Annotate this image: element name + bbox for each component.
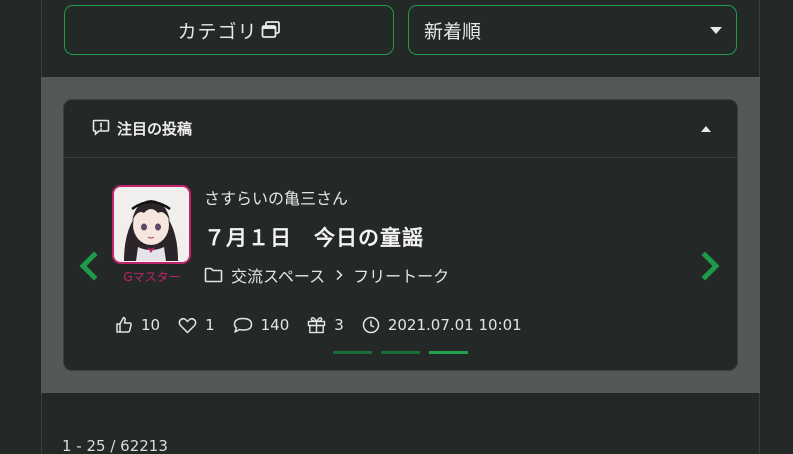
comment-stat[interactable]: 140: [233, 316, 290, 334]
gift-stat[interactable]: 3: [307, 316, 344, 334]
chevron-right-icon: [335, 266, 343, 285]
sort-select[interactable]: 新着順: [408, 5, 737, 55]
user-rank: Gマスター: [123, 270, 181, 284]
chat-bubble-icon: [233, 317, 252, 333]
result-count: 1 - 25 / 62213: [62, 437, 168, 454]
posted-at: 2021.07.01 10:01: [387, 316, 522, 334]
favorite-stat[interactable]: 1: [178, 316, 215, 334]
page: カテゴリ 新着順 注目の投稿 Gマスター さすらいの亀三さん ７月１日 今日の童…: [0, 0, 793, 454]
chevron-left-icon: [79, 251, 98, 281]
like-stat[interactable]: 10: [115, 316, 160, 334]
category-label: カテゴリ: [177, 20, 258, 43]
comment-count: 140: [260, 316, 290, 334]
chevron-right-icon: [701, 251, 720, 281]
breadcrumb: 交流スペース フリートーク: [204, 263, 449, 287]
alert-message-icon: [92, 118, 110, 140]
post-stats: 10 1 140 3 2021.07.01 10:01: [115, 316, 540, 334]
breadcrumb-category[interactable]: 交流スペース: [231, 263, 325, 287]
avatar[interactable]: [112, 185, 191, 264]
carousel-prev-button[interactable]: [76, 250, 100, 282]
favorite-count: 1: [205, 316, 215, 334]
featured-header[interactable]: 注目の投稿: [64, 100, 737, 158]
filter-bar: カテゴリ 新着順: [0, 0, 793, 77]
gift-count: 3: [334, 316, 344, 334]
chevron-up-icon[interactable]: [701, 126, 711, 132]
chevron-down-icon: [710, 26, 722, 34]
carousel-dot[interactable]: [333, 351, 372, 354]
clock-icon: [362, 316, 380, 334]
window-icon: [261, 21, 281, 39]
breadcrumb-subcategory[interactable]: フリートーク: [353, 263, 449, 287]
post-title[interactable]: ７月１日 今日の童謡: [204, 222, 424, 252]
thumbs-up-icon: [116, 316, 132, 333]
sort-value: 新着順: [424, 20, 482, 43]
featured-card: 注目の投稿 Gマスター さすらいの亀三さん ７月１日 今日の童謡 交流スペース …: [63, 99, 738, 371]
post-author[interactable]: さすらいの亀三さん: [204, 185, 348, 209]
category-button[interactable]: カテゴリ: [64, 5, 394, 55]
carousel-dot-active[interactable]: [429, 351, 468, 354]
gift-icon: [308, 317, 326, 334]
posted-time: 2021.07.01 10:01: [362, 316, 522, 334]
carousel-indicators: [333, 351, 477, 354]
heart-icon: [178, 317, 197, 333]
featured-title: 注目の投稿: [117, 120, 193, 138]
folder-icon: [204, 267, 223, 283]
like-count: 10: [141, 316, 161, 334]
carousel-dot[interactable]: [381, 351, 420, 354]
carousel-next-button[interactable]: [699, 250, 723, 282]
